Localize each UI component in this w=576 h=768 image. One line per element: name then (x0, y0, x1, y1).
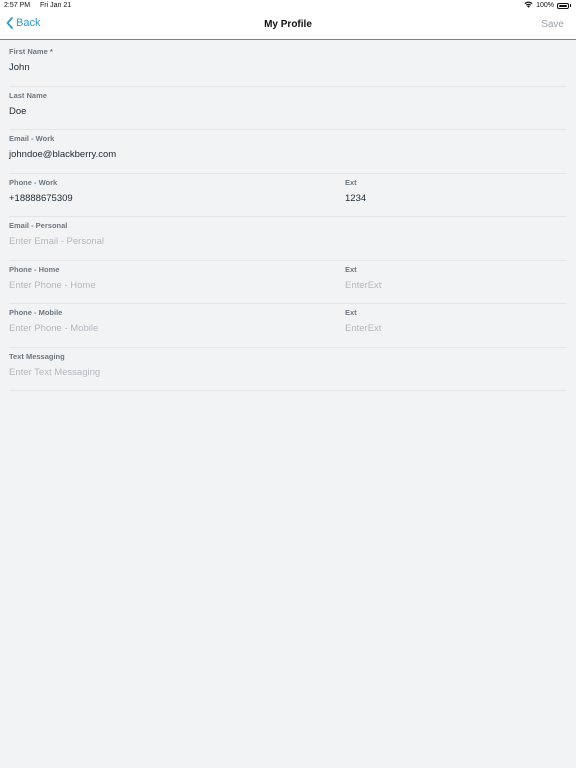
status-time: 2:57 PM (4, 2, 31, 9)
phone-mobile-ext-label: Ext (345, 308, 357, 317)
email-personal-label: Email - Personal (9, 221, 68, 230)
status-date: Fri Jan 21 (40, 2, 72, 9)
status-right: 100% (524, 1, 571, 10)
last-name-row: Last Name Doe (9, 87, 567, 130)
status-left: 2:57 PM Fri Jan 21 (4, 2, 79, 9)
text-messaging-input[interactable]: Enter Text Messaging (9, 366, 100, 379)
battery-icon (557, 2, 569, 9)
last-name-field: Last Name Doe (9, 91, 47, 118)
phone-mobile-field: Phone - Mobile Enter Phone - Mobile (9, 308, 98, 335)
battery-percent: 100% (536, 2, 554, 9)
phone-work-input[interactable]: +18888675309 (9, 192, 73, 205)
email-work-input[interactable]: johndoe@blackberry.com (9, 148, 116, 161)
phone-work-row: Phone - Work +18888675309 Ext 1234 (9, 174, 567, 217)
email-personal-input[interactable]: Enter Email - Personal (9, 235, 104, 248)
phone-mobile-ext-input[interactable]: EnterExt (345, 322, 381, 335)
navigation-bar: Back My Profile Save (0, 12, 576, 40)
phone-work-ext-label: Ext (345, 177, 357, 187)
email-personal-field: Email - Personal Enter Email - Personal (9, 221, 104, 248)
email-personal-row: Email - Personal Enter Email - Personal (9, 217, 567, 261)
last-name-label: Last Name (9, 90, 47, 100)
status-bar: 2:57 PM Fri Jan 21 100% (0, 0, 576, 12)
profile-form: First Name * John Last Name Doe Email - … (9, 43, 567, 391)
phone-mobile-label: Phone - Mobile (9, 308, 63, 317)
phone-mobile-input[interactable]: Enter Phone - Mobile (9, 322, 98, 335)
last-name-input[interactable]: Doe (9, 105, 47, 118)
phone-home-label: Phone - Home (9, 264, 60, 274)
phone-mobile-row: Phone - Mobile Enter Phone - Mobile Ext … (9, 304, 567, 348)
phone-home-input[interactable]: Enter Phone - Home (9, 279, 96, 292)
phone-work-ext-field: Ext 1234 (345, 178, 366, 205)
phone-work-ext-input[interactable]: 1234 (345, 192, 366, 205)
text-messaging-label: Text Messaging (9, 351, 65, 361)
wifi-icon (524, 1, 533, 10)
battery-fill (559, 4, 567, 7)
first-name-row: First Name * John (9, 43, 567, 87)
phone-home-row: Phone - Home Enter Phone - Home Ext Ente… (9, 261, 567, 304)
phone-home-field: Phone - Home Enter Phone - Home (9, 265, 96, 292)
save-button[interactable]: Save (541, 19, 564, 30)
email-work-field: Email - Work johndoe@blackberry.com (9, 134, 116, 161)
page-title: My Profile (264, 19, 312, 30)
first-name-label: First Name * (9, 47, 53, 56)
battery-cap (570, 4, 571, 7)
text-messaging-field: Text Messaging Enter Text Messaging (9, 352, 100, 379)
phone-home-ext-label: Ext (345, 264, 357, 274)
phone-home-ext-input[interactable]: EnterExt (345, 279, 381, 292)
phone-work-label: Phone - Work (9, 177, 58, 187)
phone-work-field: Phone - Work +18888675309 (9, 178, 73, 205)
first-name-field: First Name * John (9, 47, 53, 74)
first-name-input[interactable]: John (9, 61, 53, 74)
email-work-label: Email - Work (9, 134, 55, 143)
phone-mobile-ext-field: Ext EnterExt (345, 308, 381, 335)
phone-home-ext-field: Ext EnterExt (345, 265, 381, 292)
email-work-row: Email - Work johndoe@blackberry.com (9, 130, 567, 174)
text-messaging-row: Text Messaging Enter Text Messaging (9, 348, 567, 391)
